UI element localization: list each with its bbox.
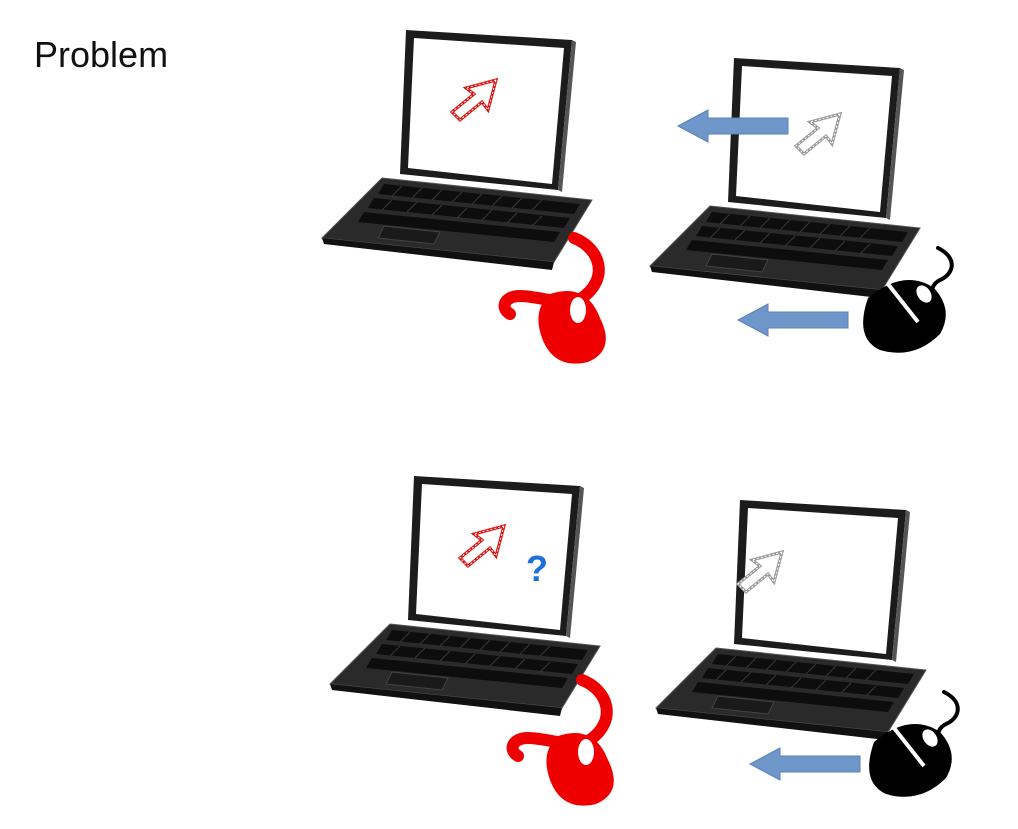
- diagram-canvas: [321, 29, 960, 806]
- laptop-icon: [655, 499, 927, 741]
- scenario-1: [321, 29, 954, 364]
- laptop-icon: [321, 29, 593, 271]
- laptop-icon: [649, 57, 921, 299]
- arrow-left-icon: [749, 747, 861, 781]
- question-mark: ?: [526, 548, 548, 589]
- laptop-icon: [329, 475, 601, 717]
- arrow-left-icon: [737, 303, 849, 337]
- scenario-2: [329, 475, 960, 806]
